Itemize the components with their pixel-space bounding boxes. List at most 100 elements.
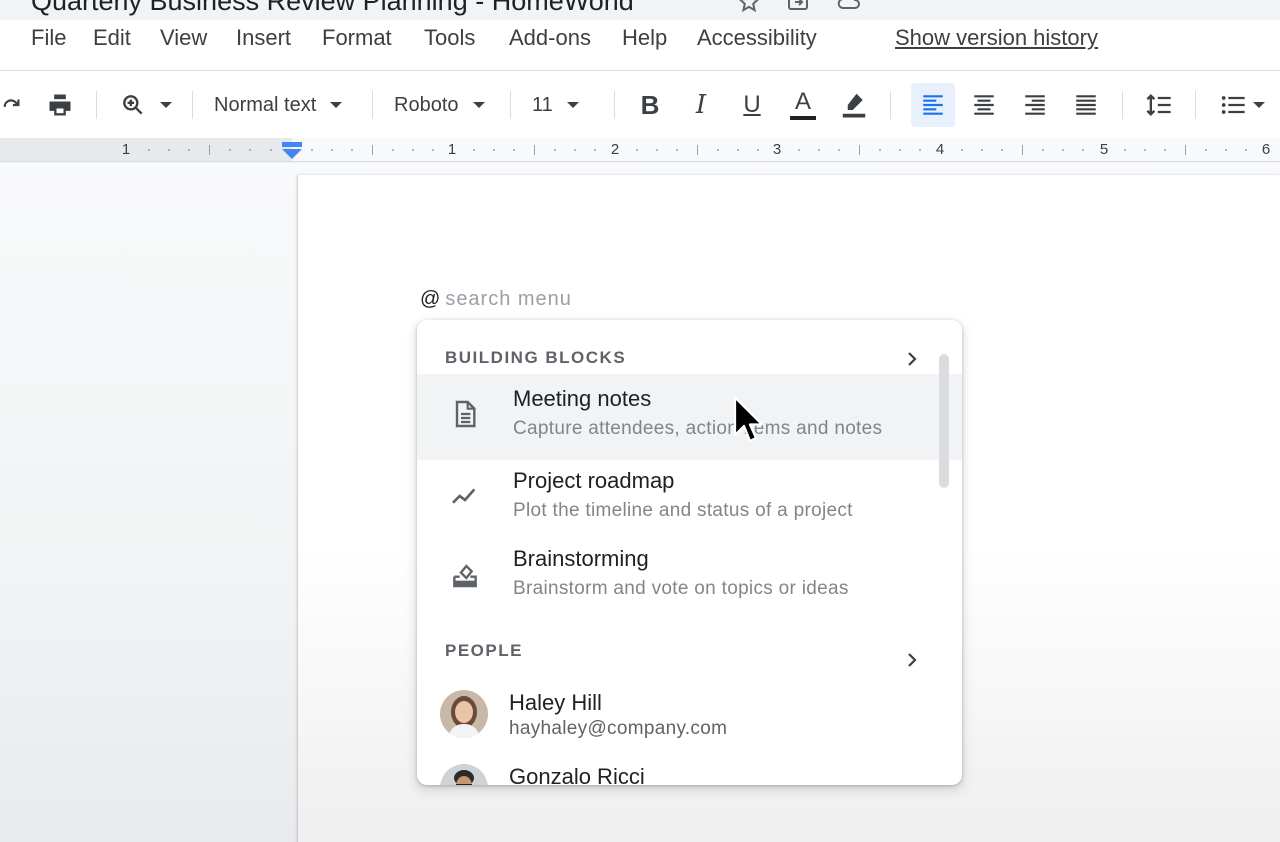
chevron-right-icon[interactable] <box>903 651 921 669</box>
chevron-down-icon <box>1253 102 1265 108</box>
toolbar-separator <box>890 91 891 119</box>
ruler-dot <box>879 149 881 151</box>
menu-insert[interactable]: Insert <box>236 25 291 51</box>
move-to-folder-icon[interactable] <box>785 0 811 14</box>
menu-item-brainstorming[interactable]: Brainstorming Brainstorm and vote on top… <box>417 534 962 620</box>
menu-file[interactable]: File <box>31 25 66 51</box>
ruler-dot <box>331 149 333 151</box>
chevron-down-icon <box>566 102 579 108</box>
font-select[interactable]: Roboto <box>388 85 494 125</box>
ruler-dot <box>1062 149 1064 151</box>
highlight-icon <box>842 93 866 118</box>
menu-help[interactable]: Help <box>622 25 667 51</box>
ruler-dot <box>473 149 475 151</box>
toolbar-separator <box>614 91 615 119</box>
toolbar-separator <box>510 91 511 119</box>
font-size-select[interactable]: 11 <box>526 85 596 125</box>
ruler-dot <box>1001 149 1003 151</box>
align-left-button[interactable] <box>911 83 955 127</box>
at-mention-input[interactable]: @ search menu <box>420 288 572 311</box>
menu-tools[interactable]: Tools <box>424 25 475 51</box>
paragraph-style-value: Normal text <box>214 93 317 116</box>
ruler-dot <box>1042 149 1044 151</box>
line-spacing-button[interactable] <box>1139 85 1179 125</box>
highlight-button[interactable] <box>834 85 874 125</box>
avatar <box>440 764 488 785</box>
person-gonzalo-ricci[interactable]: Gonzalo Ricci <box>417 764 962 785</box>
text-color-swatch <box>790 116 816 120</box>
person-email: hayhaley@company.com <box>509 718 728 739</box>
font-value: Roboto <box>394 93 459 116</box>
ruler-dot <box>737 149 739 151</box>
menu-item-title: Meeting notes <box>513 386 652 411</box>
text-color-button[interactable]: A <box>783 85 823 125</box>
align-center-icon <box>974 95 994 115</box>
ruler-dot <box>249 149 251 151</box>
justify-icon <box>1076 95 1096 115</box>
show-version-history-link[interactable]: Show version history <box>895 25 1098 51</box>
ruler-dot <box>676 149 678 151</box>
ruler-dot <box>594 149 596 151</box>
chevron-down-icon <box>472 102 485 108</box>
zoom-icon <box>123 95 143 115</box>
at-symbol: @ <box>420 288 442 310</box>
toolbar: Normal text Roboto 11 B I U A <box>0 71 1280 138</box>
align-right-button[interactable] <box>1015 85 1055 125</box>
menu-bar: File Edit View Insert Format Tools Add-o… <box>0 20 1280 70</box>
person-haley-hill[interactable]: Haley Hill hayhaley@company.com <box>417 690 962 760</box>
chevron-right-icon[interactable] <box>903 350 921 368</box>
ruler-dot <box>798 149 800 151</box>
ruler: 1 1 2 3 4 5 6 <box>0 138 1280 162</box>
ruler-dot <box>229 149 231 151</box>
ruler-dot <box>717 149 719 151</box>
zoom-button[interactable] <box>116 85 176 125</box>
menu-item-title: Project roadmap <box>513 468 675 493</box>
underline-icon: U <box>743 91 761 118</box>
indent-marker-icon[interactable] <box>281 142 303 160</box>
ruler-label: 5 <box>1099 141 1109 158</box>
italic-button[interactable]: I <box>681 85 721 125</box>
chevron-down-icon <box>330 102 343 108</box>
justify-button[interactable] <box>1066 85 1106 125</box>
redo-icon <box>3 99 20 107</box>
menu-item-meeting-notes[interactable]: Meeting notes Capture attendees, action … <box>417 374 962 460</box>
align-left-icon <box>923 95 943 115</box>
ruler-tick <box>859 145 860 155</box>
document-icon <box>455 400 476 428</box>
ruler-dot <box>351 149 353 151</box>
menu-view[interactable]: View <box>160 25 207 51</box>
ruler-dot <box>574 149 576 151</box>
avatar-photo-icon <box>440 764 488 785</box>
menu-format[interactable]: Format <box>322 25 392 51</box>
star-icon[interactable] <box>736 0 762 14</box>
redo-button[interactable] <box>0 85 24 125</box>
ruler-dot <box>270 149 272 151</box>
bold-button[interactable]: B <box>630 85 670 125</box>
ruler-dot <box>513 149 515 151</box>
ruler-tick <box>209 145 210 155</box>
chevron-down-icon <box>160 102 172 108</box>
menu-item-subtitle: Plot the timeline and status of a projec… <box>513 500 853 521</box>
ruler-dot <box>636 149 638 151</box>
menu-add-ons[interactable]: Add-ons <box>509 25 591 51</box>
ruler-dot <box>311 149 313 151</box>
menu-edit[interactable]: Edit <box>93 25 131 51</box>
menu-item-subtitle: Capture attendees, action items and note… <box>513 418 883 439</box>
menu-item-project-roadmap[interactable]: Project roadmap Plot the timeline and st… <box>417 456 962 542</box>
person-name: Haley Hill <box>509 690 602 715</box>
bulleted-list-button[interactable] <box>1212 85 1272 125</box>
ruler-tick <box>697 145 698 155</box>
align-right-icon <box>1025 95 1045 115</box>
ruler-dot <box>392 149 394 151</box>
underline-button[interactable]: U <box>732 85 772 125</box>
menu-scrollbar[interactable] <box>939 354 949 488</box>
bold-icon: B <box>640 89 660 120</box>
paragraph-style-select[interactable]: Normal text <box>208 85 358 125</box>
align-center-button[interactable] <box>964 85 1004 125</box>
ruler-dot <box>1164 149 1166 151</box>
print-button[interactable] <box>40 85 80 125</box>
ruler-tick <box>1185 145 1186 155</box>
title-bar: Quarterly Business Review Planning - Hom… <box>0 0 1280 20</box>
menu-accessibility[interactable]: Accessibility <box>697 25 817 51</box>
document-title[interactable]: Quarterly Business Review Planning - Hom… <box>31 0 634 17</box>
